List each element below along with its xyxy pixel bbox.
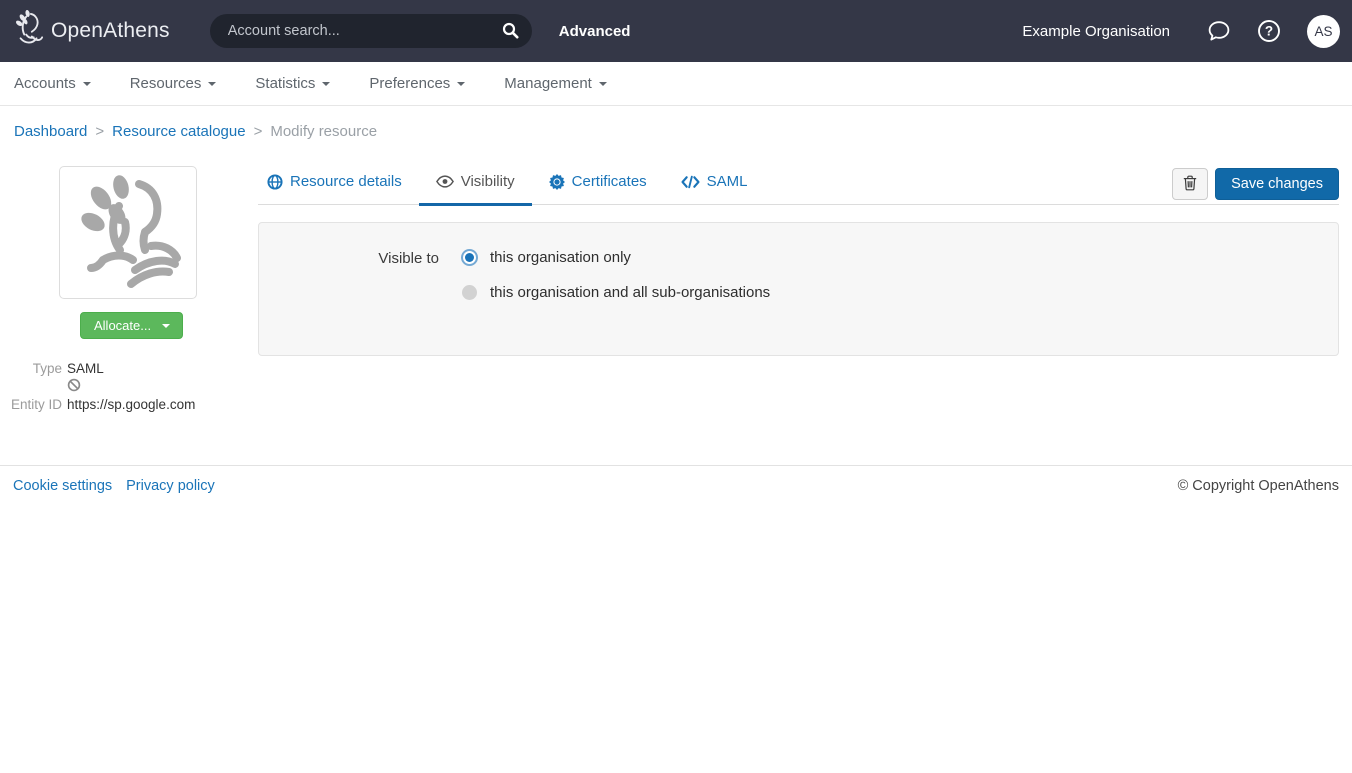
visibility-options: this organisation only this organisation… xyxy=(461,249,770,319)
allocate-label: Allocate... xyxy=(94,318,151,333)
feedback-button[interactable] xyxy=(1207,19,1231,43)
breadcrumb-separator: > xyxy=(95,123,104,140)
tab-label: Visibility xyxy=(461,173,515,190)
tab-saml[interactable]: SAML xyxy=(664,161,765,204)
menu-preferences[interactable]: Preferences xyxy=(369,75,465,92)
trash-icon xyxy=(1183,175,1197,194)
help-button[interactable]: ? xyxy=(1257,19,1281,43)
search-icon xyxy=(502,27,519,42)
chevron-down-icon xyxy=(457,82,465,86)
save-changes-button[interactable]: Save changes xyxy=(1215,168,1339,200)
advanced-search-link[interactable]: Advanced xyxy=(559,23,631,40)
eye-icon xyxy=(436,175,454,188)
chevron-down-icon xyxy=(599,82,607,86)
menu-accounts[interactable]: Accounts xyxy=(14,75,91,92)
option-org-and-sub-organisations[interactable]: this organisation and all sub-organisati… xyxy=(461,284,770,301)
option-label: this organisation only xyxy=(490,249,631,266)
chevron-down-icon xyxy=(83,82,91,86)
search-button[interactable] xyxy=(502,22,519,39)
privacy-policy-link[interactable]: Privacy policy xyxy=(126,478,215,494)
main-menu-bar: Accounts Resources Statistics Preference… xyxy=(0,62,1352,106)
menu-statistics[interactable]: Statistics xyxy=(255,75,330,92)
globe-icon xyxy=(267,174,283,190)
chat-bubble-icon xyxy=(1207,31,1231,46)
menu-label: Statistics xyxy=(255,75,315,92)
menu-label: Management xyxy=(504,75,592,92)
resource-tabs: Resource details Visibility xyxy=(250,161,765,204)
tabs-and-actions-header: Resource details Visibility xyxy=(258,161,1339,205)
tab-label: Certificates xyxy=(572,173,647,190)
account-search-input[interactable] xyxy=(210,14,532,48)
page-footer: Cookie settings Privacy policy © Copyrig… xyxy=(0,465,1352,506)
type-value: SAML xyxy=(67,360,104,377)
organisation-name: Example Organisation xyxy=(1022,23,1170,40)
menu-resources[interactable]: Resources xyxy=(130,75,217,92)
header-actions: Save changes xyxy=(1172,168,1339,200)
brand-name: OpenAthens xyxy=(51,19,170,43)
type-row: Type SAML xyxy=(0,360,258,377)
athena-placeholder-image xyxy=(73,172,183,293)
user-avatar[interactable]: AS xyxy=(1307,15,1340,48)
resource-metadata: Type SAML Entity ID https://sp.google.co… xyxy=(0,360,258,413)
resource-sidebar: Allocate... Type SAML Entity ID https://… xyxy=(0,153,258,413)
code-icon xyxy=(681,175,700,189)
tab-certificates[interactable]: Certificates xyxy=(532,161,664,204)
tab-visibility[interactable]: Visibility xyxy=(419,161,532,204)
account-search xyxy=(210,14,532,48)
help-icon: ? xyxy=(1257,31,1281,46)
chevron-down-icon xyxy=(322,82,330,86)
breadcrumb-resource-catalogue[interactable]: Resource catalogue xyxy=(112,123,245,140)
tab-label: SAML xyxy=(707,173,748,190)
breadcrumb-current-page: Modify resource xyxy=(270,123,377,140)
option-label: this organisation and all sub-organisati… xyxy=(490,284,770,301)
entity-id-row: Entity ID https://sp.google.com xyxy=(0,396,258,413)
copyright-text: © Copyright OpenAthens xyxy=(1178,478,1339,494)
athena-brand-icon xyxy=(14,9,44,53)
cookie-settings-link[interactable]: Cookie settings xyxy=(13,478,112,494)
menu-management[interactable]: Management xyxy=(504,75,607,92)
tab-resource-details[interactable]: Resource details xyxy=(250,161,419,204)
visible-to-row: Visible to this organisation only this o… xyxy=(259,249,1338,319)
breadcrumb-separator: > xyxy=(254,123,263,140)
chevron-down-icon xyxy=(208,82,216,86)
certificate-icon xyxy=(549,174,565,190)
radio-selected-icon[interactable] xyxy=(461,249,478,266)
menu-label: Preferences xyxy=(369,75,450,92)
resource-main-panel: Resource details Visibility xyxy=(258,153,1339,356)
blocked-icon-row xyxy=(67,378,258,392)
type-label: Type xyxy=(0,360,62,377)
radio-unselected-icon[interactable] xyxy=(462,285,477,300)
chevron-down-icon xyxy=(162,324,170,328)
menu-label: Accounts xyxy=(14,75,76,92)
entity-id-value: https://sp.google.com xyxy=(67,396,195,413)
visibility-panel: Visible to this organisation only this o… xyxy=(258,222,1339,356)
content-area: Allocate... Type SAML Entity ID https://… xyxy=(0,153,1352,465)
visible-to-label: Visible to xyxy=(259,249,439,319)
avatar-initials: AS xyxy=(1314,24,1332,39)
breadcrumb-dashboard[interactable]: Dashboard xyxy=(14,123,87,140)
svg-text:?: ? xyxy=(1265,24,1273,39)
tab-label: Resource details xyxy=(290,173,402,190)
prohibited-icon xyxy=(67,380,81,395)
option-this-organisation-only[interactable]: this organisation only xyxy=(461,249,770,266)
openathens-logo[interactable]: OpenAthens xyxy=(14,9,170,53)
top-navbar: OpenAthens Advanced Example Organisation xyxy=(0,0,1352,62)
delete-resource-button[interactable] xyxy=(1172,168,1208,200)
entity-id-label: Entity ID xyxy=(0,396,62,413)
menu-label: Resources xyxy=(130,75,202,92)
breadcrumb: Dashboard > Resource catalogue > Modify … xyxy=(0,106,1352,153)
allocate-button[interactable]: Allocate... xyxy=(80,312,183,339)
resource-image-card xyxy=(59,166,197,299)
